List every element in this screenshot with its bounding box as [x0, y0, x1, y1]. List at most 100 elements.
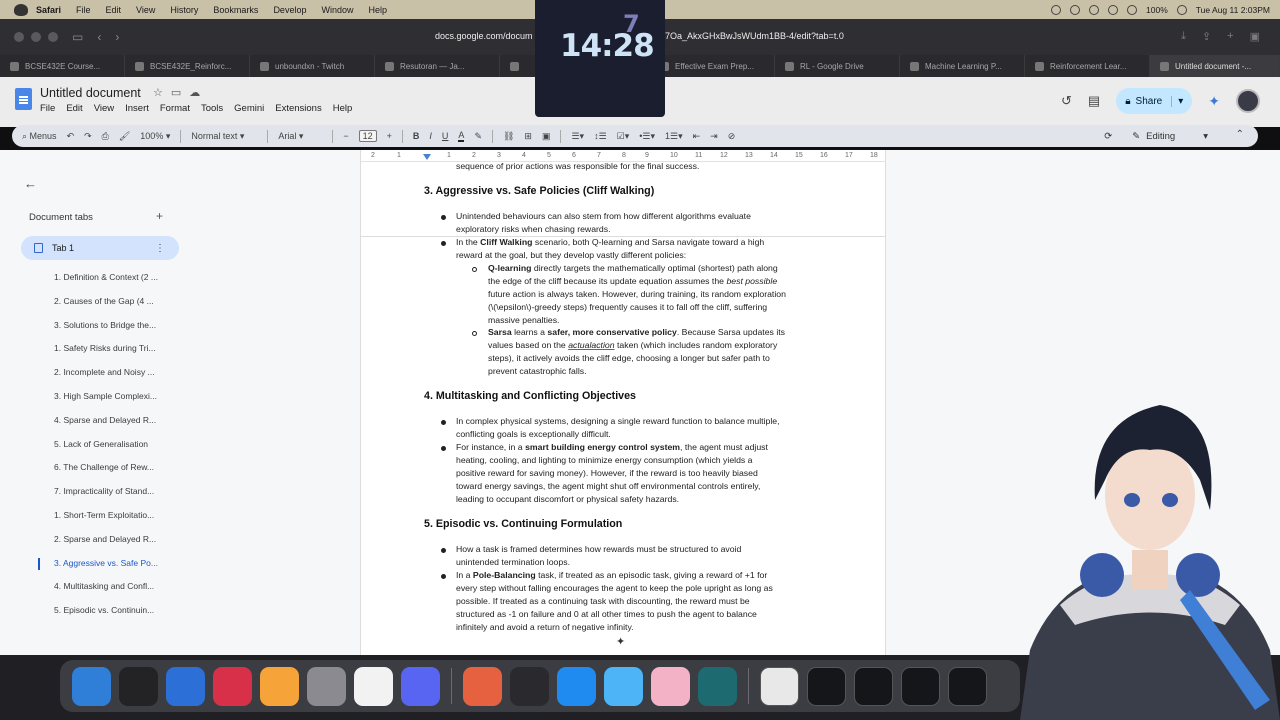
search-icon[interactable]: [1127, 4, 1138, 15]
docs-menu-extensions[interactable]: Extensions: [275, 103, 321, 114]
menu-develop[interactable]: Develop: [273, 5, 306, 15]
docs-menu-insert[interactable]: Insert: [125, 103, 149, 114]
font-size-input[interactable]: 12: [358, 130, 377, 142]
back-arrow-icon[interactable]: ←: [24, 176, 37, 191]
docs-menu-edit[interactable]: Edit: [66, 103, 82, 114]
outline-item[interactable]: 2. Causes of the Gap (4 ...: [10, 290, 190, 314]
docs-menu-tools[interactable]: Tools: [201, 103, 223, 114]
browser-tab[interactable]: Machine Learning P...: [900, 55, 1025, 77]
increase-indent-icon[interactable]: ⇥: [710, 131, 718, 142]
dock-app-obs-icon[interactable]: [510, 666, 549, 706]
gemini-icon[interactable]: ✦: [1208, 93, 1220, 110]
status-icon[interactable]: [1070, 4, 1081, 15]
menu-window[interactable]: Window: [321, 5, 353, 15]
dock-minimized-window-icon[interactable]: [854, 666, 893, 706]
outline-item[interactable]: 2. Incomplete and Noisy ...: [10, 361, 190, 385]
outline-item-active[interactable]: 3. Aggressive vs. Safe Po...: [10, 552, 190, 576]
sidebar-toggle-icon[interactable]: ▭: [72, 30, 83, 44]
dock-app-stickies-icon[interactable]: [463, 666, 502, 706]
zoom-window-button[interactable]: [48, 32, 58, 42]
menu-edit[interactable]: Edit: [106, 5, 122, 15]
style-select[interactable]: Normal text ▾: [191, 131, 257, 142]
line-spacing-icon[interactable]: ↕☰: [594, 131, 607, 142]
bulleted-list-icon[interactable]: •☰▾: [639, 131, 655, 142]
browser-tab[interactable]: Effective Exam Prep...: [650, 55, 775, 77]
control-center-icon[interactable]: [1176, 4, 1187, 15]
outline-item[interactable]: 1. Definition & Context (2 ...: [10, 266, 190, 290]
more-options-icon[interactable]: ⋮: [155, 243, 165, 254]
browser-tab[interactable]: BCSE432E_Reinforc...: [125, 55, 250, 77]
collapse-toolbar-icon[interactable]: ⌃: [1236, 129, 1244, 140]
browser-tab[interactable]: BCSE432E Course...: [0, 55, 125, 77]
highlight-icon[interactable]: ✎: [474, 131, 482, 142]
docs-menu-format[interactable]: Format: [160, 103, 190, 114]
add-tab-button[interactable]: +: [156, 209, 163, 223]
dock-app-mail-icon[interactable]: [166, 666, 205, 706]
menubar-clock[interactable]: Tue Aug 11 2:03PM: [1196, 5, 1270, 15]
browser-tab[interactable]: RL - Google Drive: [775, 55, 900, 77]
outline-item[interactable]: 4. Multitasking and Confl...: [10, 575, 190, 599]
zoom-select[interactable]: 100% ▾: [140, 131, 170, 142]
outline-item[interactable]: 3. Solutions to Bridge the...: [10, 314, 190, 338]
browser-tab-active[interactable]: Untitled document -...: [1150, 55, 1280, 77]
paint-format-icon[interactable]: 🖌︎: [119, 131, 130, 142]
menu-bookmarks[interactable]: Bookmarks: [213, 5, 258, 15]
menu-help[interactable]: Help: [368, 5, 387, 15]
text-color-icon[interactable]: A: [458, 130, 465, 142]
dock-app-pages-icon[interactable]: [260, 666, 299, 706]
close-window-button[interactable]: [14, 32, 24, 42]
account-avatar[interactable]: [1236, 89, 1260, 113]
cloud-status-icon[interactable]: ☁: [189, 86, 200, 99]
increase-font-icon[interactable]: +: [387, 131, 392, 141]
comments-icon[interactable]: ▤: [1088, 93, 1100, 109]
docs-menu-gemini[interactable]: Gemini: [234, 103, 264, 114]
italic-icon[interactable]: I: [429, 131, 432, 141]
forward-icon[interactable]: ›: [115, 30, 119, 44]
dock-minimized-window-icon[interactable]: [901, 666, 940, 706]
outline-item[interactable]: 3. High Sample Complexi...: [10, 385, 190, 409]
editing-mode-select[interactable]: ⟳ ✎ Editing ▾: [1104, 125, 1208, 147]
docs-menu-file[interactable]: File: [40, 103, 55, 114]
dock-minimized-window-icon[interactable]: [760, 666, 799, 706]
outline-item[interactable]: 1. Safety Risks during Tri...: [10, 337, 190, 361]
move-folder-icon[interactable]: ▭: [171, 86, 181, 99]
dock-app-finder-icon[interactable]: [72, 666, 111, 706]
dock-app-freeform-icon[interactable]: [354, 666, 393, 706]
minimize-window-button[interactable]: [31, 32, 41, 42]
dock-app-photo-booth-icon[interactable]: [651, 666, 690, 706]
browser-tab[interactable]: Resutoran — Ja...: [375, 55, 500, 77]
apple-icon[interactable]: [14, 3, 28, 16]
battery-percent[interactable]: 100%: [1146, 5, 1168, 15]
history-icon[interactable]: ↺: [1061, 93, 1072, 109]
status-icon[interactable]: [1089, 4, 1100, 15]
checklist-icon[interactable]: ☑▾: [617, 131, 630, 142]
print-icon[interactable]: ⎙: [102, 131, 109, 142]
outline-item[interactable]: 1. Short-Term Exploitatio...: [10, 504, 190, 528]
status-icon[interactable]: [1051, 4, 1062, 15]
tab-overview-icon[interactable]: ▣: [1250, 30, 1260, 43]
image-icon[interactable]: ▣: [542, 131, 551, 142]
dock-app-safari-icon[interactable]: [557, 666, 596, 706]
comment-icon[interactable]: ⊞: [524, 131, 532, 142]
decrease-indent-icon[interactable]: ⇤: [693, 131, 701, 142]
outline-item[interactable]: 2. Sparse and Delayed R...: [10, 528, 190, 552]
dock-minimized-window-icon[interactable]: [948, 666, 987, 706]
menu-view[interactable]: View: [136, 5, 155, 15]
wifi-icon[interactable]: [1108, 4, 1119, 15]
menu-app-name[interactable]: Safari: [36, 5, 61, 15]
dock-app-system-settings-icon[interactable]: [307, 666, 346, 706]
indent-marker[interactable]: [423, 154, 431, 160]
share-icon[interactable]: ⇪: [1202, 30, 1211, 43]
document-title[interactable]: Untitled document: [40, 86, 141, 100]
browser-tab[interactable]: unboundxn - Twitch: [250, 55, 375, 77]
outline-item[interactable]: 5. Lack of Generalisation: [10, 433, 190, 457]
menu-file[interactable]: File: [76, 5, 91, 15]
new-tab-icon[interactable]: +: [1227, 30, 1233, 43]
docs-menu-view[interactable]: View: [94, 103, 114, 114]
docs-menu-help[interactable]: Help: [333, 103, 353, 114]
download-icon[interactable]: ⤓: [1181, 30, 1186, 43]
align-icon[interactable]: ☰▾: [571, 131, 584, 142]
outline-item[interactable]: 7. Impracticality of Stand...: [10, 480, 190, 504]
dock-app-xcode-icon[interactable]: [604, 666, 643, 706]
decrease-font-icon[interactable]: −: [343, 131, 348, 141]
